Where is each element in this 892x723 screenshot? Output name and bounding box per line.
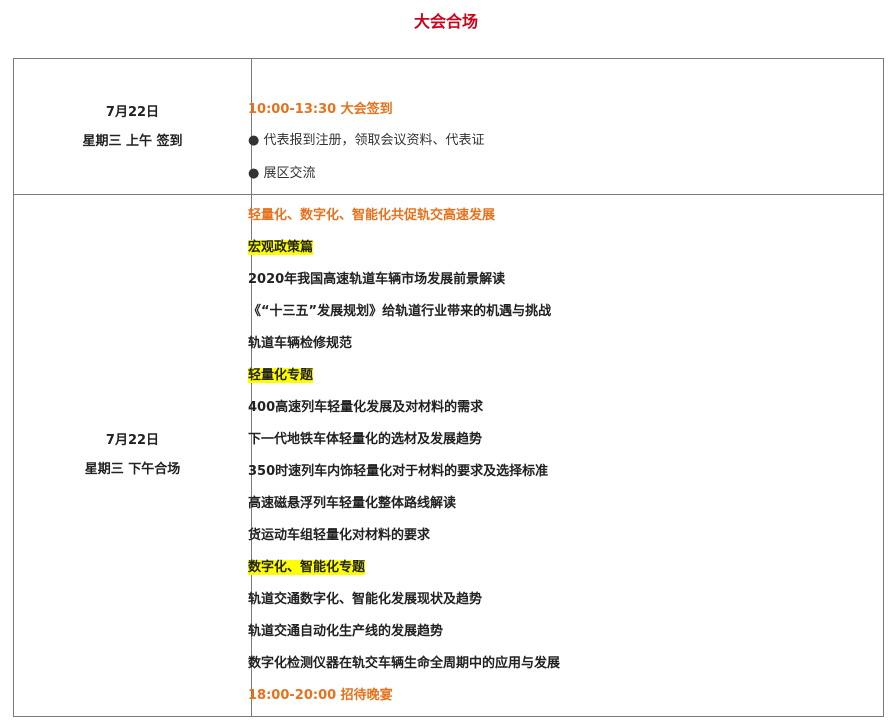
afternoon-agenda-item-text: 宏观政策篇 xyxy=(248,240,314,255)
afternoon-agenda-item-text: 下一代地铁车体轻量化的选材及发展趋势 xyxy=(248,432,483,447)
afternoon-agenda-item: 下一代地铁车体轻量化的选材及发展趋势 xyxy=(248,431,482,449)
morning-agenda-item: ● 代表报到注册，领取会议资料、代表证 xyxy=(248,132,484,150)
afternoon-agenda-item: 18:00-20:00 招待晚宴 xyxy=(248,687,393,705)
morning-session-label: 7月22日 星期三 上午 签到 xyxy=(14,98,251,156)
row-divider xyxy=(14,194,883,195)
morning-agenda-item-text: ● 展区交流 xyxy=(248,166,316,181)
afternoon-agenda-item: 350时速列车内饰轻量化对于材料的要求及选择标准 xyxy=(248,463,548,481)
afternoon-agenda-item: 宏观政策篇 xyxy=(248,239,314,257)
afternoon-agenda-item-text: 高速磁悬浮列车轻量化整体路线解读 xyxy=(248,496,457,511)
afternoon-agenda-item: 400高速列车轻量化发展及对材料的需求 xyxy=(248,399,483,417)
afternoon-agenda-item: 轻量化专题 xyxy=(248,367,314,385)
afternoon-agenda-item-text: 轨道交通自动化生产线的发展趋势 xyxy=(248,624,444,639)
morning-date: 7月22日 xyxy=(105,105,160,120)
afternoon-agenda-item: 数字化检测仪器在轨交车辆生命全周期中的应用与发展 xyxy=(248,655,560,673)
afternoon-agenda-item-text: 货运动车组轻量化对材料的要求 xyxy=(248,528,431,543)
afternoon-agenda-item: 轨道交通数字化、智能化发展现状及趋势 xyxy=(248,591,482,609)
morning-agenda-item-text: ● 代表报到注册，领取会议资料、代表证 xyxy=(248,133,485,148)
afternoon-agenda-item-text: 数字化检测仪器在轨交车辆生命全周期中的应用与发展 xyxy=(248,656,561,671)
afternoon-agenda-item-text: 轻量化专题 xyxy=(248,368,314,383)
afternoon-day: 星期三 下午合场 xyxy=(84,462,181,477)
afternoon-agenda-item-text: 轨道车辆检修规范 xyxy=(248,336,353,351)
afternoon-agenda-item-text: 轻量化、数字化、智能化共促轨交高速发展 xyxy=(248,208,496,223)
schedule-table: 7月22日 星期三 上午 签到 7月22日 星期三 下午合场 xyxy=(13,58,884,717)
afternoon-agenda-item-text: 18:00-20:00 招待晚宴 xyxy=(248,688,393,703)
afternoon-agenda-item-text: 400高速列车轻量化发展及对材料的需求 xyxy=(248,400,484,415)
afternoon-date: 7月22日 xyxy=(105,433,160,448)
afternoon-agenda-item: 数字化、智能化专题 xyxy=(248,559,366,577)
afternoon-agenda-item: 轻量化、数字化、智能化共促轨交高速发展 xyxy=(248,207,495,225)
page-title: 大会合场 xyxy=(413,12,478,31)
afternoon-agenda-item: 轨道交通自动化生产线的发展趋势 xyxy=(248,623,443,641)
morning-agenda-item: 10:00-13:30 大会签到 xyxy=(248,101,393,119)
morning-day: 星期三 上午 签到 xyxy=(82,134,183,149)
afternoon-agenda-item-text: 轨道交通数字化、智能化发展现状及趋势 xyxy=(248,592,483,607)
column-divider xyxy=(251,59,252,716)
afternoon-agenda-item-text: 数字化、智能化专题 xyxy=(248,560,366,575)
afternoon-agenda-item-text: 2020年我国高速轨道车辆市场发展前景解读 xyxy=(248,272,506,287)
morning-agenda-item: ● 展区交流 xyxy=(248,165,315,183)
afternoon-agenda-item: 《“十三五”发展规划》给轨道行业带来的机遇与挑战 xyxy=(248,303,551,321)
afternoon-agenda-item: 货运动车组轻量化对材料的要求 xyxy=(248,527,430,545)
afternoon-agenda-item-text: 《“十三五”发展规划》给轨道行业带来的机遇与挑战 xyxy=(248,304,552,319)
afternoon-agenda-item: 高速磁悬浮列车轻量化整体路线解读 xyxy=(248,495,456,513)
morning-agenda-item-text: 10:00-13:30 大会签到 xyxy=(248,102,393,117)
afternoon-agenda-item-text: 350时速列车内饰轻量化对于材料的要求及选择标准 xyxy=(248,464,549,479)
afternoon-agenda-item: 2020年我国高速轨道车辆市场发展前景解读 xyxy=(248,271,505,289)
afternoon-session-label: 7月22日 星期三 下午合场 xyxy=(14,426,251,484)
afternoon-agenda-item: 轨道车辆检修规范 xyxy=(248,335,352,353)
